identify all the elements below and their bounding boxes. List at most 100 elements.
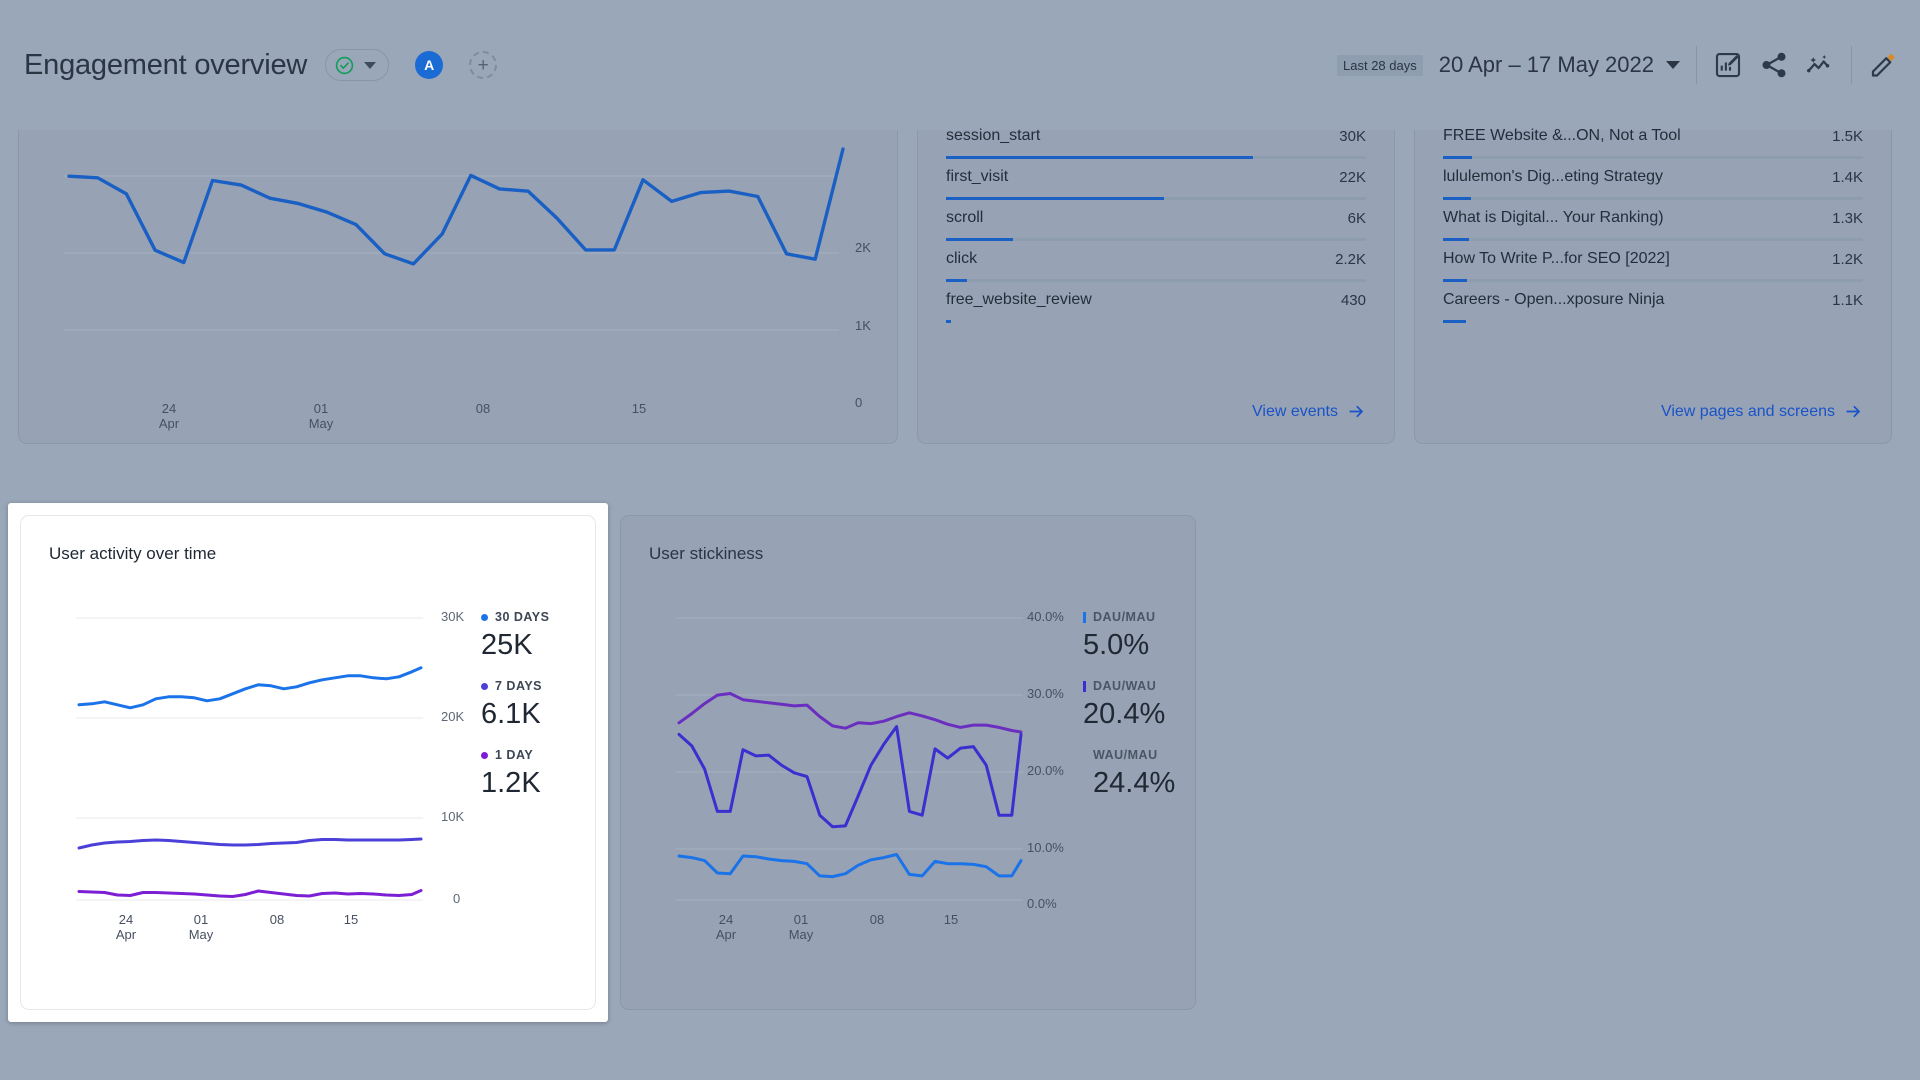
legend-value: 5.0% <box>1083 629 1156 662</box>
compare-chart-icon[interactable] <box>1713 50 1743 80</box>
legend-bar-icon <box>1083 681 1086 692</box>
ytick-20: 20.0% <box>1027 763 1064 778</box>
table-row[interactable]: What is Digital... Your Ranking) 1.3K <box>1415 200 1891 241</box>
header-left-group: Engagement overview A + <box>0 49 497 82</box>
date-range-picker[interactable]: 20 Apr – 17 May 2022 <box>1439 52 1680 78</box>
ytick-10: 10.0% <box>1027 840 1064 855</box>
add-comparison-button[interactable]: + <box>469 51 497 79</box>
legend-label-row: DAU/WAU <box>1083 679 1165 693</box>
arrow-right-icon <box>1844 402 1863 421</box>
events-list: session_start 30K first_visit 22K scroll… <box>918 118 1394 323</box>
page-bar-fill <box>1443 320 1466 323</box>
legend-item-wau-mau: WAU/MAU 24.4% <box>1093 748 1175 800</box>
event-count: 2.2K <box>1335 251 1366 268</box>
legend-item-30-days: 30 DAYS 25K <box>481 610 549 662</box>
ytick-10k: 10K <box>441 809 464 824</box>
table-row[interactable]: How To Write P...for SEO [2022] 1.2K <box>1415 241 1891 282</box>
ytick-1k: 1K <box>855 318 871 333</box>
event-count: 30K <box>1339 128 1366 145</box>
legend-name: WAU/MAU <box>1093 748 1158 762</box>
xtick-may-15: 15 <box>321 913 381 928</box>
chevron-down-icon <box>364 62 376 69</box>
app-header: Engagement overview A + Last 28 days 20 … <box>0 0 1920 130</box>
header-right-group: Last 28 days 20 Apr – 17 May 2022 <box>1337 46 1920 84</box>
arrow-right-icon <box>1347 402 1366 421</box>
pages-list: FREE Website &...ON, Not a Tool 1.5K lul… <box>1415 118 1891 323</box>
date-range-chip: Last 28 days <box>1337 55 1423 76</box>
legend-value: 1.2K <box>481 767 541 800</box>
view-pages-and-screens-link[interactable]: View pages and screens <box>1661 402 1863 421</box>
legend-label-row: 30 DAYS <box>481 610 549 624</box>
table-row[interactable]: click 2.2K <box>918 241 1394 282</box>
legend-dot-icon <box>481 614 488 621</box>
event-bar-track <box>946 320 1366 323</box>
xtick-may-01: 01 May <box>281 402 361 432</box>
card-events[interactable]: session_start 30K first_visit 22K scroll… <box>917 130 1395 444</box>
avatar[interactable]: A <box>415 51 443 79</box>
page-views-cell: 1.3K <box>1832 210 1863 227</box>
ytick-0: 0 <box>453 891 460 906</box>
ytick-30k: 30K <box>441 609 464 624</box>
users-over-time-chart <box>19 130 899 360</box>
share-icon[interactable] <box>1759 50 1789 80</box>
table-row[interactable]: FREE Website &...ON, Not a Tool 1.5K <box>1415 118 1891 159</box>
ytick-20k: 20K <box>441 709 464 724</box>
user-stickiness-chart <box>651 600 1041 905</box>
legend-name: DAU/WAU <box>1093 679 1156 693</box>
xtick-apr-24: 24 Apr <box>696 913 756 943</box>
legend-label-row: 7 DAYS <box>481 679 542 693</box>
ytick-30: 30.0% <box>1027 686 1064 701</box>
xtick-apr-24: 24 Apr <box>96 913 156 943</box>
legend-name: DAU/MAU <box>1093 610 1156 624</box>
table-row[interactable]: first_visit 22K <box>918 159 1394 200</box>
page-views-cell: 1.5K <box>1832 128 1863 145</box>
page-views-cell: 1.4K <box>1832 169 1863 186</box>
legend-label-row: 1 DAY <box>481 748 541 762</box>
insights-icon[interactable] <box>1805 50 1835 80</box>
table-row[interactable]: scroll 6K <box>918 200 1394 241</box>
table-row[interactable]: Careers - Open...xposure Ninja 1.1K <box>1415 282 1891 323</box>
xtick-may-15: 15 <box>921 913 981 928</box>
ytick-40: 40.0% <box>1027 609 1064 624</box>
table-row[interactable]: lululemon's Dig...eting Strategy 1.4K <box>1415 159 1891 200</box>
date-range-value: 20 Apr – 17 May 2022 <box>1439 52 1654 78</box>
legend-label-row: WAU/MAU <box>1093 748 1175 762</box>
page-views-cell: 1.1K <box>1832 292 1863 309</box>
card-user-activity-over-time[interactable]: User activity over time 30K 20K 10K 0 24… <box>20 515 596 1010</box>
legend-name: 30 DAYS <box>495 610 549 624</box>
user-activity-chart <box>51 600 441 905</box>
page-title-cell: What is Digital... Your Ranking) <box>1443 209 1664 227</box>
xtick-may-08: 08 <box>847 913 907 928</box>
legend-item-dau-wau: DAU/WAU 20.4% <box>1083 679 1165 731</box>
card-title: User activity over time <box>21 516 595 564</box>
event-name: session_start <box>946 127 1040 145</box>
legend-value: 24.4% <box>1093 767 1175 800</box>
legend-value: 25K <box>481 629 549 662</box>
view-events-link[interactable]: View events <box>1252 402 1366 421</box>
edit-pencil-icon[interactable] <box>1868 50 1898 80</box>
check-circle-icon <box>335 56 354 75</box>
event-bar-fill <box>946 320 951 323</box>
page-title: Engagement overview <box>24 49 307 82</box>
legend-dot-icon <box>481 683 488 690</box>
legend-item-1-day: 1 DAY 1.2K <box>481 748 541 800</box>
table-row[interactable]: session_start 30K <box>918 118 1394 159</box>
ytick-0: 0 <box>855 395 862 410</box>
chevron-down-icon <box>1666 61 1680 69</box>
event-count: 430 <box>1341 292 1366 309</box>
view-pages-label: View pages and screens <box>1661 403 1835 421</box>
card-pages-and-screens[interactable]: FREE Website &...ON, Not a Tool 1.5K lul… <box>1414 130 1892 444</box>
xtick-may-01: 01 May <box>171 913 231 943</box>
legend-label-row: DAU/MAU <box>1083 610 1156 624</box>
xtick-apr-24: 24 Apr <box>129 402 209 432</box>
card-user-stickiness[interactable]: User stickiness 40.0% 30.0% 20.0% 10.0% … <box>620 515 1196 1010</box>
data-status-pill[interactable] <box>325 49 389 81</box>
card-users-over-time[interactable]: 2K 1K 0 24 Apr 01 May 08 15 <box>18 130 898 444</box>
event-name: scroll <box>946 209 983 227</box>
xtick-may-08: 08 <box>443 402 523 417</box>
legend-name: 7 DAYS <box>495 679 542 693</box>
xtick-may-08: 08 <box>247 913 307 928</box>
table-row[interactable]: free_website_review 430 <box>918 282 1394 323</box>
page-title-cell: lululemon's Dig...eting Strategy <box>1443 168 1663 186</box>
event-count: 6K <box>1348 210 1366 227</box>
